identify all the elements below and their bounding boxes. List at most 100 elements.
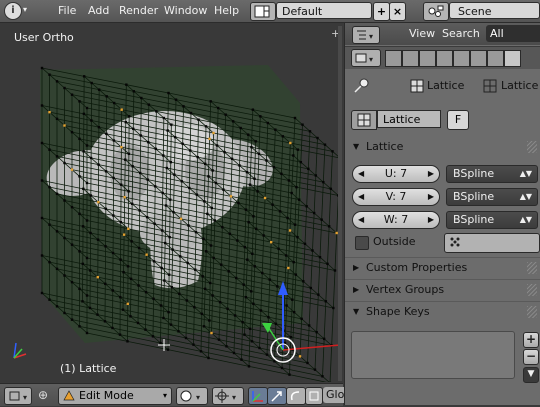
lattice-vertex[interactable] [90,194,92,196]
lattice-vertex[interactable] [294,117,296,119]
lattice-vertex[interactable] [229,233,231,235]
lattice-vertex[interactable] [124,158,126,160]
scale-manipulator[interactable] [305,387,323,405]
lattice-vertex[interactable] [243,283,245,285]
pivot-point-select[interactable]: ▾ [212,387,244,405]
constraints-tab-icon[interactable] [470,50,487,67]
lattice-vertex[interactable] [98,88,100,90]
lattice-vertex[interactable] [63,162,65,164]
lattice-vertex[interactable] [170,161,172,163]
lattice-vertex[interactable] [83,75,85,77]
lattice-vertex[interactable] [187,224,189,226]
lattice-vertex[interactable] [210,332,212,334]
lattice-vertex[interactable] [267,316,269,318]
screen-layout-name[interactable]: Default [276,2,372,19]
lattice-vertex[interactable] [230,195,232,197]
lattice-vertex[interactable] [86,182,88,184]
lattice-vertex[interactable] [292,154,294,156]
lattice-vertex[interactable] [71,318,73,320]
lattice-vertex[interactable] [48,148,50,150]
lattice-vertex[interactable] [325,300,327,302]
lattice-vertex[interactable] [298,198,300,200]
lattice-vertex[interactable] [127,303,129,305]
lattice-vertex[interactable] [231,158,233,160]
lattice-vertex[interactable] [130,240,132,242]
lattice-vertex[interactable] [270,241,272,243]
lattice-vertex[interactable] [287,267,289,269]
lattice-vertex[interactable] [119,333,121,335]
lattice-vertex[interactable] [112,252,114,254]
lattice-vertex[interactable] [160,267,162,269]
lattice-vertex[interactable] [258,347,260,349]
lattice-vertex[interactable] [311,249,313,251]
editor-divider[interactable] [338,26,342,381]
lattice-vertex[interactable] [111,327,113,329]
lattice-vertex[interactable] [182,105,184,107]
lattice-vertex[interactable] [71,93,73,95]
lattice-vertex[interactable] [235,277,237,279]
lattice-vertex[interactable] [250,290,252,292]
lattice-vertex[interactable] [41,254,43,256]
lattice-vertex[interactable] [301,123,303,125]
lattice-vertex[interactable] [120,108,122,110]
scene-selector[interactable] [423,2,449,21]
lattice-vertex[interactable] [181,143,183,145]
lattice-vertex[interactable] [56,80,58,82]
lattice-vertex[interactable] [276,285,278,287]
lattice-vertex[interactable] [246,258,248,260]
lattice-vertex[interactable] [210,244,212,246]
outliner-editor-type[interactable]: ▾ [352,26,380,44]
lattice-vertex[interactable] [286,217,288,219]
lattice-vertex[interactable] [202,238,204,240]
lattice-vertex[interactable] [140,134,142,136]
lattice-vertex[interactable] [252,215,254,217]
lattice-vertex[interactable] [245,296,247,298]
lattice-vertex[interactable] [179,255,181,257]
lattice-vertex[interactable] [138,209,140,211]
lattice-vertex[interactable] [172,211,174,213]
lattice-vertex[interactable] [293,311,295,313]
lattice-vertex[interactable] [97,276,99,278]
lattice-vertex[interactable] [137,322,139,324]
lattice-vertex[interactable] [223,151,225,153]
lattice-vertex[interactable] [321,375,323,377]
lattice-vertex[interactable] [98,126,100,128]
lattice-vertex[interactable] [86,144,88,146]
lattice-vertex[interactable] [196,193,198,195]
lattice-vertex[interactable] [71,243,73,245]
lattice-vertex[interactable] [300,161,302,163]
shape-key-specials-button[interactable]: ▼ [523,367,539,383]
lattice-vertex[interactable] [302,280,304,282]
lattice-vertex[interactable] [174,136,176,138]
lattice-vertex[interactable] [254,140,256,142]
lattice-vertex[interactable] [97,163,99,165]
lattice-vertex[interactable] [236,239,238,241]
lattice-vertex[interactable] [140,97,142,99]
lattice-vertex[interactable] [273,360,275,362]
lattice-vertex[interactable] [89,232,91,234]
drag-grip-icon[interactable] [527,284,537,296]
lattice-vertex[interactable] [209,100,211,102]
lattice-vertex[interactable] [127,228,129,230]
lattice-vertex[interactable] [165,204,167,206]
lattice-vertex[interactable] [81,300,83,302]
lattice-vertex[interactable] [205,250,207,252]
lattice-vertex[interactable] [171,286,173,288]
lattice-vertex[interactable] [332,307,334,309]
lattice-vertex[interactable] [324,143,326,145]
increment-arrow-icon[interactable]: ▶ [428,189,434,205]
lattice-vertex[interactable] [147,178,149,180]
lattice-vertex[interactable] [299,355,301,357]
lattice-vertex[interactable] [123,196,125,198]
lattice-vertex[interactable] [216,144,218,146]
translate-manipulator[interactable] [267,387,287,405]
shape-keys-panel-header[interactable]: ▼ Shape Keys [345,302,540,322]
lattice-vertex[interactable] [86,107,88,109]
remove-layout-button[interactable]: × [389,2,406,21]
lattice-vertex[interactable] [131,203,133,205]
lattice-vertex[interactable] [89,307,91,309]
fake-user-button[interactable]: F [447,110,469,130]
lattice-vertex[interactable] [248,365,250,367]
view-menu[interactable]: View [409,23,435,45]
lattice-vertex[interactable] [201,275,203,277]
